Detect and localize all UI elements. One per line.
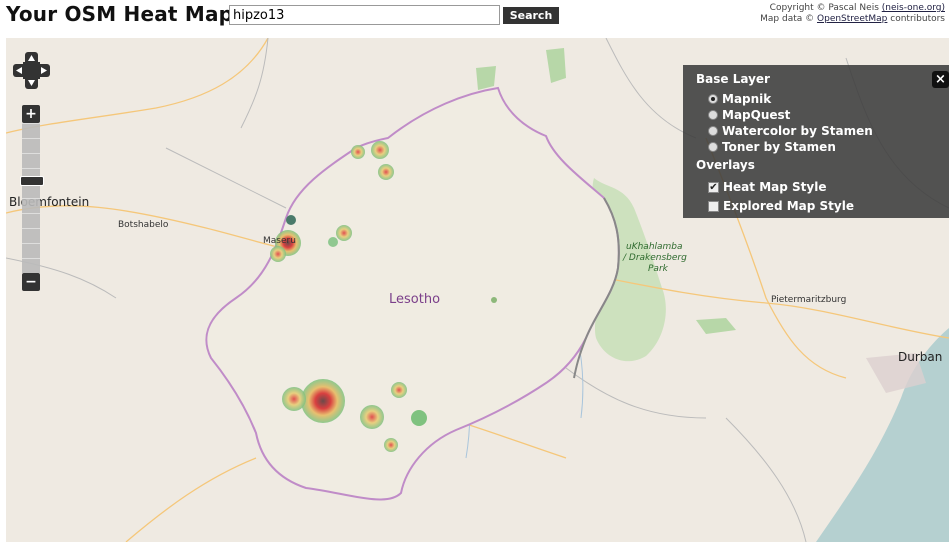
zoom-level-slot[interactable] [22, 153, 40, 168]
overlays-heading: Overlays [696, 158, 755, 172]
zoom-out-button[interactable]: − [22, 273, 40, 291]
base-layer-label: Mapnik [722, 92, 772, 106]
openstreetmap-link[interactable]: OpenStreetMap [817, 14, 887, 24]
page-title: Your OSM Heat Map: [6, 2, 242, 26]
park-east [696, 318, 736, 334]
overlay-label: Heat Map Style [723, 180, 827, 194]
label-ukhahlamba-1: uKhahlamba [626, 242, 683, 252]
zoom-level-slot[interactable] [22, 258, 40, 273]
checkbox-heat-map[interactable]: ✔ [708, 181, 719, 193]
radio-mapnik[interactable] [708, 94, 718, 104]
base-layer-label: Watercolor by Stamen [722, 124, 873, 138]
base-layer-label: Toner by Stamen [722, 140, 836, 154]
checkbox-explored-map[interactable] [708, 200, 719, 212]
base-layer-mapquest[interactable]: MapQuest [708, 108, 790, 122]
park-north-1 [476, 66, 496, 90]
copyright-text: Copyright © Pascal Neis [769, 3, 882, 13]
zoom-slider-handle[interactable] [20, 176, 44, 186]
zoom-bar: + − [22, 105, 41, 291]
pan-control[interactable] [13, 52, 50, 89]
label-ukhahlamba-2: / Drakensberg [623, 253, 687, 263]
layer-switcher: Base Layer Mapnik MapQuest Watercolor by… [683, 65, 949, 218]
overlay-explored-map[interactable]: Explored Map Style [708, 199, 854, 213]
base-layer-heading: Base Layer [696, 72, 770, 86]
zoom-level-slot[interactable] [22, 213, 40, 228]
overlay-label: Explored Map Style [723, 199, 854, 213]
contributors-text: contributors [887, 14, 945, 24]
overlay-heat-map[interactable]: ✔ Heat Map Style [708, 180, 826, 194]
label-ukhahlamba-3: Park [648, 264, 668, 274]
radio-watercolor[interactable] [708, 126, 718, 136]
zoom-level-slot[interactable] [22, 243, 40, 258]
neis-one-link[interactable]: (neis-one.org) [882, 3, 945, 13]
base-layer-toner[interactable]: Toner by Stamen [708, 140, 836, 154]
radio-toner[interactable] [708, 142, 718, 152]
zoom-level-slot[interactable] [22, 138, 40, 153]
base-layer-label: MapQuest [722, 108, 791, 122]
zoom-level-slot[interactable] [22, 228, 40, 243]
base-layer-mapnik[interactable]: Mapnik [708, 92, 771, 106]
label-maseru: Maseru [263, 236, 296, 246]
attribution: Copyright © Pascal Neis (neis-one.org) M… [760, 3, 945, 25]
search-input[interactable] [229, 5, 500, 25]
park-north-2 [546, 48, 566, 83]
zoom-level-slot[interactable] [22, 198, 40, 213]
zoom-level-slot[interactable] [22, 123, 40, 138]
zoom-in-button[interactable]: + [22, 105, 40, 123]
label-durban: Durban [898, 350, 943, 364]
map-data-text: Map data © [760, 14, 818, 24]
label-botshabelo: Botshabelo [118, 220, 169, 230]
base-layer-watercolor[interactable]: Watercolor by Stamen [708, 124, 873, 138]
label-pietermaritzburg: Pietermaritzburg [771, 295, 847, 305]
radio-mapquest[interactable] [708, 110, 718, 120]
layer-switcher-close-button[interactable]: × [932, 71, 949, 88]
label-lesotho: Lesotho [389, 292, 441, 307]
search-button[interactable]: Search [503, 7, 559, 24]
